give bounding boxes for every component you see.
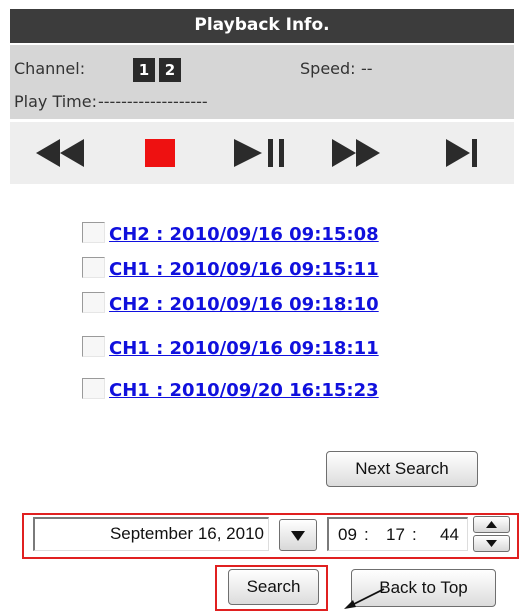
record-link[interactable]: CH2 : 2010/09/16 09:15:08	[109, 224, 379, 245]
header-bar: Playback Info.	[10, 9, 514, 43]
date-field[interactable]: September 16, 2010	[33, 517, 269, 551]
hour-value[interactable]: 09	[338, 525, 357, 545]
fast-forward-icon	[332, 139, 380, 167]
play-time-value: -------------------	[98, 92, 208, 111]
minute-value[interactable]: 17	[386, 525, 405, 545]
speed-value: --	[361, 59, 373, 78]
time-up-button[interactable]	[473, 516, 510, 533]
time-down-button[interactable]	[473, 535, 510, 552]
next-search-button[interactable]: Next Search	[326, 451, 478, 487]
time-separator: :	[412, 525, 417, 544]
record-checkbox[interactable]	[82, 336, 105, 357]
record-link[interactable]: CH1 : 2010/09/20 16:15:23	[109, 380, 379, 401]
record-link[interactable]: CH1 : 2010/09/16 09:18:11	[109, 338, 379, 359]
channel-2-button[interactable]: 2	[159, 58, 181, 82]
record-link[interactable]: CH1 : 2010/09/16 09:15:11	[109, 259, 379, 280]
rewind-icon	[36, 139, 84, 167]
play-pause-icon	[234, 139, 284, 167]
time-separator: :	[364, 525, 369, 544]
fast-forward-button[interactable]	[326, 122, 406, 184]
stop-button[interactable]	[122, 122, 192, 184]
playback-panel: Playback Info. Channel: 1 2 Speed: -- Pl…	[0, 0, 527, 611]
panel-title: Playback Info.	[194, 15, 330, 35]
next-frame-icon	[446, 139, 477, 167]
chevron-up-icon	[486, 521, 497, 528]
stop-icon	[145, 139, 175, 167]
record-checkbox[interactable]	[82, 292, 105, 313]
playback-controls	[10, 122, 514, 184]
info-panel: Channel: 1 2 Speed: -- Play Time: ------…	[10, 45, 514, 119]
record-checkbox[interactable]	[82, 222, 105, 243]
record-checkbox[interactable]	[82, 257, 105, 278]
play-pause-button[interactable]	[222, 122, 302, 184]
channel-1-button[interactable]: 1	[133, 58, 155, 82]
chevron-down-icon	[486, 540, 497, 547]
record-checkbox[interactable]	[82, 378, 105, 399]
next-frame-button[interactable]	[438, 122, 508, 184]
speed-label: Speed:	[300, 59, 356, 78]
rewind-button[interactable]	[22, 122, 102, 184]
channel-label: Channel:	[14, 59, 86, 78]
search-button[interactable]: Search	[228, 569, 319, 605]
second-value[interactable]: 44	[440, 525, 459, 545]
pointer-arrow-icon	[344, 588, 385, 609]
time-field[interactable]: 09 : 17 : 44	[327, 517, 468, 551]
record-link[interactable]: CH2 : 2010/09/16 09:18:10	[109, 294, 379, 315]
play-time-label: Play Time:	[14, 92, 97, 111]
chevron-down-icon	[291, 531, 305, 541]
date-dropdown-button[interactable]	[279, 519, 317, 551]
